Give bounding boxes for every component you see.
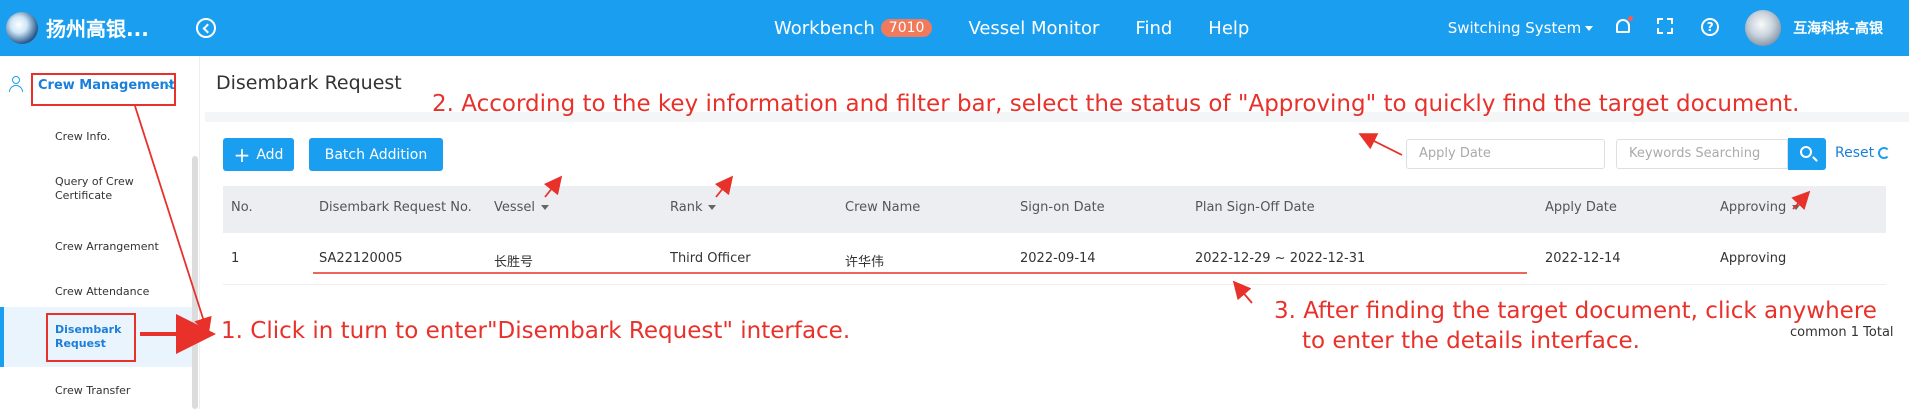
highlight-box-disembark-request — [46, 313, 136, 362]
cell-plan-sign-off-date[interactable]: 2022-12-29 ~ 2022-12-31 — [1195, 251, 1365, 266]
col-no: No. — [231, 200, 253, 215]
sidebar-item-crew-info[interactable]: Crew Info. — [0, 130, 192, 144]
search-icon — [1800, 146, 1812, 158]
col-rank-label: Rank — [670, 200, 703, 215]
sidebar-item-crew-attendance[interactable]: Crew Attendance — [0, 285, 192, 299]
nav-find[interactable]: Find — [1135, 18, 1172, 39]
plus-icon: + — [233, 142, 251, 167]
cell-vessel[interactable]: 长胜号 — [494, 251, 533, 270]
keywords-search-input[interactable]: Keywords Searching — [1616, 139, 1788, 169]
chevron-down-icon — [1585, 25, 1594, 31]
col-status-filter[interactable]: Approving — [1720, 200, 1801, 215]
annotation-step-3: 3. After finding the target document, cl… — [1274, 296, 1877, 356]
sidebar-item-crew-arrangement[interactable]: Crew Arrangement — [0, 240, 192, 254]
col-crew-name: Crew Name — [845, 200, 921, 215]
reset-button[interactable]: Reset — [1835, 145, 1891, 161]
fullscreen-button[interactable] — [1657, 18, 1677, 38]
add-button-label: Add — [256, 146, 284, 163]
annotation-step-2: 2. According to the key information and … — [432, 91, 1800, 117]
apply-date-input[interactable]: Apply Date — [1406, 139, 1605, 169]
nav-workbench[interactable]: Workbench 7010 — [774, 17, 933, 39]
row-divider — [223, 284, 1886, 285]
sidebar-scrollbar[interactable] — [192, 156, 198, 409]
notification-button[interactable] — [1613, 16, 1634, 38]
sidebar-item-query-crew-certificate[interactable]: Query of Crew Certificate — [0, 175, 180, 203]
cell-status[interactable]: Approving — [1720, 251, 1786, 266]
chevron-down-icon — [541, 205, 550, 210]
fullscreen-icon — [1657, 18, 1674, 34]
col-status-label: Approving — [1720, 200, 1787, 215]
cell-no[interactable]: 1 — [231, 251, 239, 266]
add-button[interactable]: + Add — [223, 138, 294, 171]
batch-addition-button[interactable]: Batch Addition — [309, 138, 443, 171]
col-vessel-label: Vessel — [494, 200, 536, 215]
col-request-no: Disembark Request No. — [319, 200, 472, 215]
annotation-step-3-line-2: to enter the details interface. — [1302, 328, 1640, 354]
col-apply-date: Apply Date — [1545, 200, 1617, 215]
col-rank-filter[interactable]: Rank — [670, 200, 717, 215]
page-title: Disembark Request — [216, 72, 402, 94]
cell-request-no[interactable]: SA22120005 — [319, 251, 403, 266]
annotation-step-3-line-1: 3. After finding the target document, cl… — [1274, 298, 1877, 324]
chevron-down-icon — [708, 205, 717, 210]
company-logo — [6, 12, 38, 44]
highlight-box-crew-management — [31, 73, 176, 106]
cell-rank[interactable]: Third Officer — [670, 251, 751, 266]
question-icon: ? — [1701, 18, 1720, 36]
refresh-icon — [1878, 147, 1891, 159]
user-icon — [8, 76, 24, 92]
col-vessel-filter[interactable]: Vessel — [494, 200, 550, 215]
bell-icon — [1616, 19, 1631, 33]
app-name[interactable]: 扬州高银... — [46, 13, 149, 42]
nav-workbench-label: Workbench — [774, 17, 875, 39]
cell-crew-name[interactable]: 许华伟 — [845, 251, 884, 270]
sidebar-active-indicator — [0, 307, 4, 367]
sidebar-item-crew-transfer[interactable]: Crew Transfer — [0, 384, 192, 398]
chevron-down-icon — [1792, 205, 1801, 210]
main-nav: Workbench 7010 Vessel Monitor Find Help — [774, 0, 1285, 56]
back-icon[interactable] — [196, 18, 216, 38]
annotation-step-1: 1. Click in turn to enter"Disembark Requ… — [221, 318, 851, 344]
avatar[interactable] — [1745, 10, 1782, 46]
cell-sign-on-date[interactable]: 2022-09-14 — [1020, 251, 1096, 266]
switch-system-dropdown[interactable]: Switching System — [1448, 19, 1594, 37]
nav-help[interactable]: Help — [1208, 18, 1249, 39]
col-plan-sign-off-date: Plan Sign-Off Date — [1195, 200, 1315, 215]
help-button[interactable]: ? — [1701, 18, 1721, 38]
top-right-tools: Switching System ? 互海科技-高银 — [1448, 0, 1909, 56]
nav-vessel-monitor[interactable]: Vessel Monitor — [968, 18, 1099, 39]
search-button[interactable] — [1788, 138, 1826, 170]
notification-dot — [1628, 16, 1634, 21]
col-sign-on-date: Sign-on Date — [1020, 200, 1105, 215]
cell-apply-date[interactable]: 2022-12-14 — [1545, 251, 1621, 266]
workbench-count-badge: 7010 — [880, 19, 933, 37]
reset-label: Reset — [1835, 145, 1875, 161]
user-name[interactable]: 互海科技-高银 — [1793, 18, 1883, 38]
top-bar: 扬州高银... Workbench 7010 Vessel Monitor Fi… — [0, 0, 1909, 56]
switch-system-label: Switching System — [1447, 19, 1582, 37]
